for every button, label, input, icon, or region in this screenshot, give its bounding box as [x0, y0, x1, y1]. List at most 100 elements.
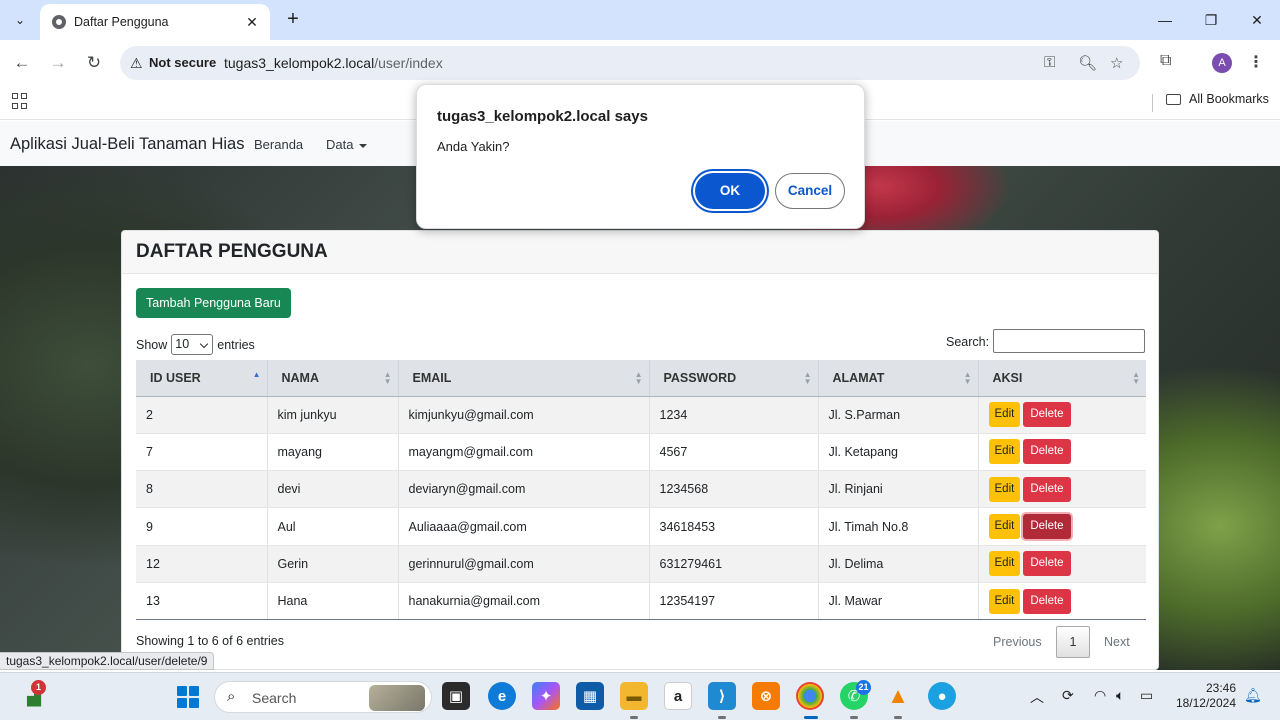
sort-asc-icon: ▲	[252, 370, 261, 379]
wifi-icon[interactable]: ◠	[1094, 687, 1106, 704]
nav-data-dropdown[interactable]: Data	[326, 137, 368, 152]
column-header-alamat[interactable]: ALAMAT ▲ ▼	[818, 360, 979, 397]
chevron-up-icon[interactable]: ︿	[1030, 687, 1044, 707]
profile-avatar[interactable]: A	[1212, 53, 1232, 73]
forward-button[interactable]: →	[46, 51, 70, 75]
page-size-control: Show 10 entries	[136, 334, 255, 355]
column-header-password[interactable]: PASSWORD ▲ ▼	[649, 360, 819, 397]
minimize-button[interactable]: —	[1142, 0, 1188, 40]
task-view-icon[interactable]: ▣	[442, 682, 470, 710]
key-icon[interactable]: ⚿	[1044, 54, 1055, 71]
cell-alamat: Jl. Delima	[818, 545, 979, 583]
delete-button-focused[interactable]: Delete	[1023, 514, 1071, 540]
cell-nama: mayang	[267, 433, 399, 472]
bookmarks-divider	[1152, 94, 1153, 112]
file-explorer-icon[interactable]: ▬	[620, 682, 648, 710]
cell-password: 1234568	[649, 470, 819, 509]
new-tab-button[interactable]: +	[282, 8, 304, 32]
column-header-aksi[interactable]: AKSI ▲ ▼	[978, 360, 1146, 397]
battery-icon[interactable]: ▭	[1140, 687, 1153, 704]
extensions-icon[interactable]: ⧉	[1160, 52, 1171, 70]
vlc-icon[interactable]: ▲	[884, 682, 912, 710]
active-indicator	[804, 716, 818, 719]
edit-button[interactable]: Edit	[988, 439, 1021, 465]
cancel-button[interactable]: Cancel	[775, 173, 845, 209]
search-input[interactable]	[993, 329, 1145, 353]
cell-id: 12	[136, 545, 268, 583]
window-close-button[interactable]: ✕	[1234, 0, 1280, 40]
column-header-email[interactable]: EMAIL ▲ ▼	[398, 360, 650, 397]
delete-button[interactable]: Delete	[1023, 551, 1071, 577]
more-menu-icon[interactable]: ⋮	[1248, 52, 1264, 72]
ok-button[interactable]: OK	[695, 173, 765, 209]
all-bookmarks-button[interactable]: All Bookmarks	[1166, 92, 1269, 106]
dialog-message: Anda Yakin?	[437, 139, 510, 154]
cell-alamat: Jl. Mawar	[818, 582, 979, 621]
delete-button[interactable]: Delete	[1023, 476, 1071, 502]
reload-button[interactable]: ↻	[82, 51, 106, 75]
tab-strip: ⌄ Daftar Pengguna ✕ + — ❐ ✕	[0, 0, 1280, 40]
star-icon[interactable]: ☆	[1110, 54, 1123, 72]
system-clock[interactable]: 23:46 18/12/2024	[1170, 681, 1236, 711]
table-row: 8 devi deviaryn@gmail.com 1234568 Jl. Ri…	[136, 470, 1146, 509]
add-user-button[interactable]: Tambah Pengguna Baru	[136, 288, 291, 318]
search-highlight-image	[369, 685, 425, 711]
pager-previous[interactable]: Previous	[993, 626, 1042, 658]
card-header: DAFTAR PENGGUNA	[122, 231, 1158, 274]
amazon-icon[interactable]: a	[664, 682, 692, 710]
pager-page-1[interactable]: 1	[1056, 626, 1090, 658]
delete-button[interactable]: Delete	[1023, 439, 1071, 465]
copilot-icon[interactable]: ✦	[532, 682, 560, 710]
search-label: Search:	[946, 335, 990, 349]
cell-email: gerinnurul@gmail.com	[398, 545, 650, 583]
column-header-id[interactable]: ID USER ▲	[136, 360, 268, 397]
back-button[interactable]: ←	[10, 51, 34, 75]
apps-icon[interactable]	[12, 93, 28, 109]
chrome-icon[interactable]	[796, 682, 824, 710]
browser-tab[interactable]: Daftar Pengguna ✕	[40, 4, 270, 40]
volume-icon[interactable]: 🔈︎	[1116, 687, 1124, 704]
page-size-select[interactable]: 10	[171, 334, 214, 355]
sort-icon: ▲ ▼	[383, 370, 392, 386]
edge-icon[interactable]: e	[488, 682, 516, 710]
vscode-icon[interactable]: ⟩	[708, 682, 736, 710]
cell-alamat: Jl. S.Parman	[818, 396, 979, 434]
edit-button[interactable]: Edit	[988, 588, 1021, 614]
edit-button[interactable]: Edit	[988, 551, 1021, 577]
edit-button[interactable]: Edit	[988, 402, 1021, 428]
restore-button[interactable]: ❐	[1188, 0, 1234, 40]
address-bar[interactable]: ⚠ Not secure tugas3_kelompok2.local/user…	[120, 46, 1140, 80]
cell-aksi: Edit Delete	[978, 396, 1146, 434]
taskbar-search[interactable]: ⌕ Search	[214, 681, 432, 713]
security-chip[interactable]: Not secure	[149, 55, 216, 70]
arrow-left-icon: ←	[13, 53, 31, 72]
edit-button[interactable]: Edit	[988, 514, 1021, 540]
notification-bell-icon[interactable]: 🔔︎	[1244, 687, 1262, 704]
tab-close-icon[interactable]: ✕	[244, 14, 260, 31]
cell-alamat: Jl. Ketapang	[818, 433, 979, 472]
xampp-icon[interactable]: ⊗	[752, 682, 780, 710]
users-table: ID USER ▲ NAMA ▲ ▼ EMAIL ▲ ▼ PASSWORD ▲ ▼ ALAMA…	[136, 360, 1146, 621]
sync-icon[interactable]: ⟳	[1062, 687, 1074, 704]
store-icon[interactable]: ▦	[576, 682, 604, 710]
cell-aksi: Edit Delete	[978, 545, 1146, 583]
cell-id: 13	[136, 582, 268, 621]
nav-data-label: Data	[326, 137, 354, 152]
url-text[interactable]: tugas3_kelompok2.local/user/index	[224, 55, 443, 71]
tab-search-button[interactable]: ⌄	[8, 8, 32, 32]
table-row: 13 Hana hanakurnia@gmail.com 12354197 Jl…	[136, 582, 1146, 621]
widgets-badge: 1	[31, 680, 46, 695]
nav-beranda[interactable]: Beranda	[254, 137, 303, 152]
delete-button[interactable]: Delete	[1023, 588, 1071, 614]
app-icon[interactable]: ●	[928, 682, 956, 710]
column-header-nama[interactable]: NAMA ▲ ▼	[267, 360, 399, 397]
edit-button[interactable]: Edit	[988, 476, 1021, 502]
cell-nama: kim junkyu	[267, 396, 399, 434]
delete-button[interactable]: Delete	[1023, 402, 1071, 428]
minimize-icon: —	[1158, 12, 1172, 28]
pager-next[interactable]: Next	[1104, 626, 1130, 658]
site-brand[interactable]: Aplikasi Jual-Beli Tanaman Hias	[10, 135, 244, 154]
zoom-icon[interactable]: 🔍︎	[1078, 54, 1097, 72]
table-row: 9 Aul Auliaaaa@gmail.com 34618453 Jl. Ti…	[136, 507, 1146, 546]
start-button[interactable]	[177, 686, 199, 708]
